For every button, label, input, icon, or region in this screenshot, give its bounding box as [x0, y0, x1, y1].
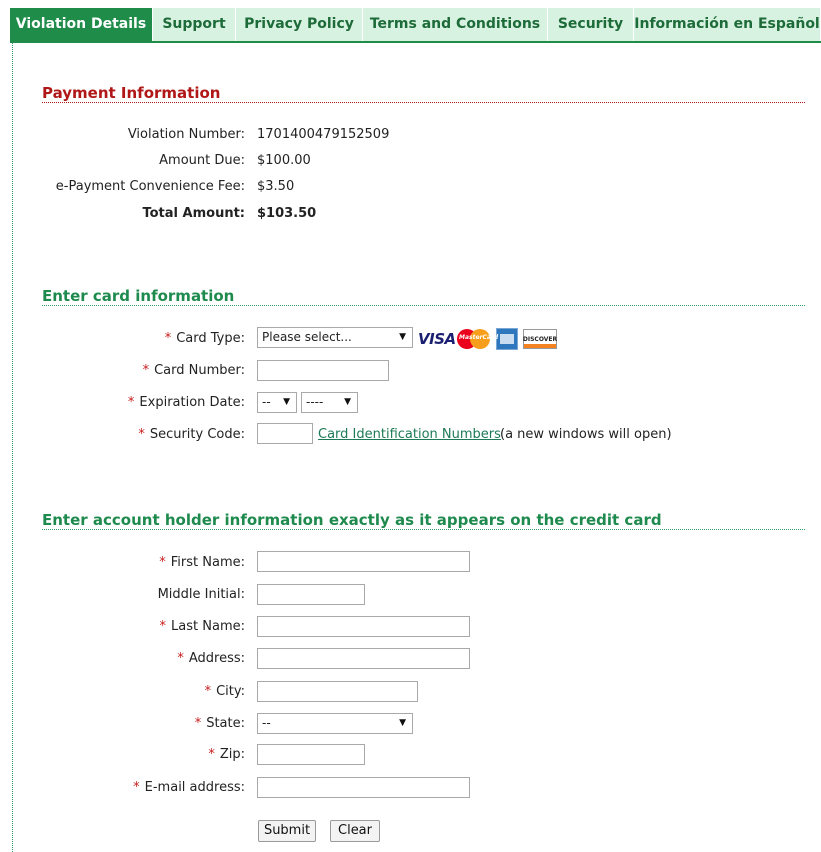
expiration-month-select[interactable]: -- ▼ — [257, 392, 297, 413]
state-select[interactable]: -- ▼ — [257, 713, 413, 734]
violation-number-value: 1701400479152509 — [257, 127, 390, 142]
amount-due-value: $100.00 — [257, 153, 311, 168]
card-type-select[interactable]: Please select... ▼ — [257, 327, 413, 348]
address-label: * Address: — [177, 651, 245, 666]
card-type-selected-value: Please select... — [262, 330, 352, 344]
content-left-border — [12, 43, 13, 852]
expiration-date-label-text: Expiration Date: — [139, 395, 245, 410]
tab-informacion-en-espanol[interactable]: Información en Español — [634, 8, 821, 41]
first-name-input[interactable] — [257, 551, 470, 572]
required-mark: * — [142, 363, 150, 378]
email-input[interactable] — [257, 777, 470, 798]
last-name-label-text: Last Name: — [171, 619, 245, 634]
last-name-input[interactable] — [257, 616, 470, 637]
required-mark: * — [164, 331, 172, 346]
tab-terms-and-conditions[interactable]: Terms and Conditions — [363, 8, 548, 41]
security-code-label: * Security Code: — [138, 427, 245, 442]
tab-underline — [10, 41, 821, 43]
payment-information-divider — [42, 102, 805, 103]
city-input[interactable] — [257, 681, 418, 702]
account-holder-divider — [42, 529, 805, 530]
new-window-note: (a new windows will open) — [500, 427, 672, 442]
required-mark: * — [133, 780, 140, 795]
city-label-text: City: — [216, 684, 245, 699]
required-mark: * — [177, 651, 184, 666]
tab-privacy-policy[interactable]: Privacy Policy — [236, 8, 363, 41]
required-mark: * — [159, 555, 166, 570]
state-label: * State: — [195, 716, 245, 731]
total-amount-label: Total Amount: — [142, 206, 245, 221]
tab-security[interactable]: Security — [548, 8, 634, 41]
required-mark: * — [204, 684, 212, 699]
email-label: * E-mail address: — [133, 780, 245, 795]
card-information-divider — [42, 305, 805, 306]
card-logos: VISA MasterCard DISCOVER — [418, 328, 557, 350]
discover-logo-icon: DISCOVER — [523, 329, 557, 349]
convenience-fee-value: $3.50 — [257, 179, 295, 194]
mastercard-logo-icon: MasterCard — [457, 328, 498, 350]
city-label: * City: — [205, 684, 245, 699]
expiration-date-label: * Expiration Date: — [128, 395, 245, 410]
card-number-input[interactable] — [257, 360, 389, 381]
card-identification-numbers-link[interactable]: Card Identification Numbers — [318, 427, 501, 442]
chevron-down-icon: ▼ — [399, 718, 406, 728]
card-number-label: * Card Number: — [143, 363, 245, 378]
amex-logo-icon — [496, 328, 518, 350]
expiration-year-value: ---- — [306, 395, 324, 409]
card-type-label: * Card Type: — [165, 331, 245, 346]
required-mark: * — [159, 619, 167, 634]
address-label-text: Address: — [188, 651, 245, 666]
last-name-label: * Last Name: — [160, 619, 245, 634]
zip-label: * Zip: — [208, 747, 245, 762]
zip-label-text: Zip: — [219, 747, 245, 762]
payment-information-heading: Payment Information — [42, 84, 221, 102]
submit-button[interactable]: Submit — [258, 820, 316, 842]
amount-due-label: Amount Due: — [159, 153, 245, 168]
required-mark: * — [208, 747, 215, 762]
chevron-down-icon: ▼ — [399, 332, 406, 342]
account-holder-heading: Enter account holder information exactly… — [42, 511, 662, 529]
tab-bar: Violation Details Support Privacy Policy… — [10, 8, 821, 41]
first-name-label-text: First Name: — [170, 555, 245, 570]
middle-initial-input[interactable] — [257, 584, 365, 605]
security-code-label-text: Security Code: — [149, 427, 245, 442]
state-label-text: State: — [206, 716, 245, 731]
tab-violation-details[interactable]: Violation Details — [10, 8, 153, 41]
visa-logo-icon: VISA — [418, 330, 456, 348]
expiration-year-select[interactable]: ---- ▼ — [301, 392, 358, 413]
total-amount-value: $103.50 — [257, 206, 317, 221]
required-mark: * — [138, 427, 145, 442]
tab-support[interactable]: Support — [153, 8, 236, 41]
middle-initial-label: Middle Initial: — [157, 587, 245, 602]
card-type-label-text: Card Type: — [176, 331, 245, 346]
chevron-down-icon: ▼ — [283, 397, 290, 407]
security-code-input[interactable] — [257, 423, 313, 444]
clear-button[interactable]: Clear — [330, 820, 380, 842]
zip-input[interactable] — [257, 744, 365, 765]
address-input[interactable] — [257, 648, 470, 669]
required-mark: * — [194, 716, 202, 731]
email-label-text: E-mail address: — [144, 780, 245, 795]
state-selected-value: -- — [262, 716, 271, 730]
chevron-down-icon: ▼ — [344, 397, 351, 407]
card-number-label-text: Card Number: — [154, 363, 245, 378]
violation-number-label: Violation Number: — [127, 127, 245, 142]
required-mark: * — [127, 395, 135, 410]
convenience-fee-label: e-Payment Convenience Fee: — [55, 179, 245, 194]
card-information-heading: Enter card information — [42, 287, 235, 305]
first-name-label: * First Name: — [159, 555, 245, 570]
expiration-month-value: -- — [262, 395, 271, 409]
